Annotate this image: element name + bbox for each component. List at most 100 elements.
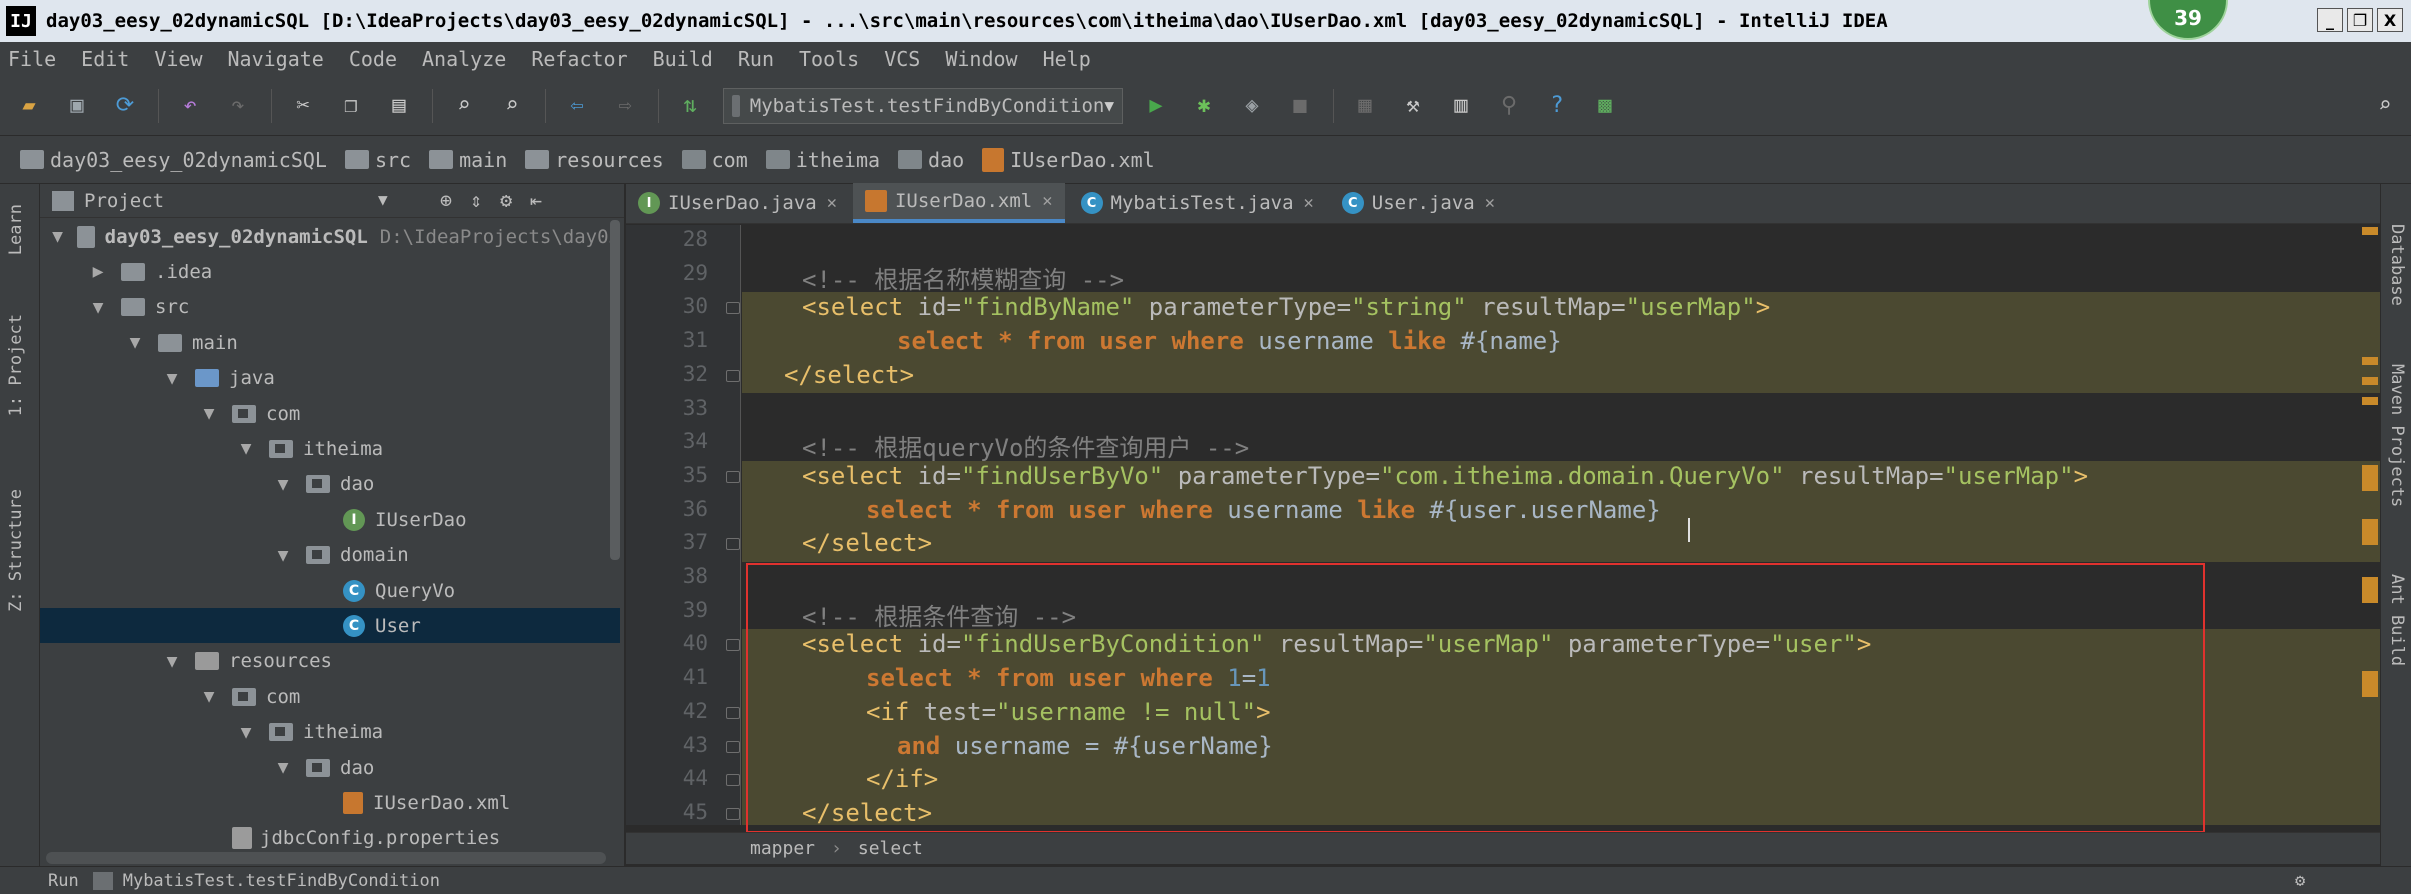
run-config-select[interactable]: MybatisTest.testFindByCondition ▼ — [723, 87, 1123, 124]
menu-help[interactable]: Help — [1043, 47, 1091, 71]
tree-item[interactable]: I IUserDao — [40, 502, 620, 537]
tree-item[interactable]: ▼ domain — [40, 538, 620, 573]
expand-arrow-icon[interactable]: ▼ — [161, 368, 183, 389]
fold-marker-icon[interactable] — [726, 470, 740, 483]
tree-item[interactable]: ▶ .idea — [40, 254, 620, 289]
close-button[interactable]: X — [2377, 8, 2403, 32]
fold-marker-icon[interactable] — [726, 538, 740, 551]
editor-tab[interactable]: I IUserDao.java ✕ — [626, 183, 849, 223]
menu-refactor[interactable]: Refactor — [531, 47, 627, 71]
expand-arrow-icon[interactable]: ▼ — [272, 474, 294, 495]
undo-icon[interactable]: ↶ — [175, 91, 205, 121]
menu-analyze[interactable]: Analyze — [422, 47, 506, 71]
terminal-icon[interactable]: ▩ — [1590, 91, 1620, 121]
menu-navigate[interactable]: Navigate — [228, 47, 324, 71]
breadcrumb-item[interactable]: com — [681, 148, 748, 172]
crumb-select[interactable]: select — [858, 838, 923, 859]
close-icon[interactable]: ✕ — [1485, 193, 1495, 213]
cut-icon[interactable]: ✂ — [288, 91, 318, 121]
tree-item[interactable]: C QueryVo — [40, 573, 620, 608]
replace-icon[interactable]: ⌕ — [497, 91, 527, 121]
menu-code[interactable]: Code — [349, 47, 397, 71]
breadcrumb-item[interactable]: day03_eesy_02dynamicSQL — [20, 148, 327, 172]
copy-icon[interactable]: ❐ — [336, 91, 366, 121]
menu-view[interactable]: View — [154, 47, 202, 71]
expand-arrow-icon[interactable]: ▼ — [161, 651, 183, 672]
crumb-mapper[interactable]: mapper — [750, 838, 815, 859]
editor-tab[interactable]: IUserDao.xml ✕ — [852, 183, 1065, 223]
tree-item[interactable]: ▼ main — [40, 325, 620, 360]
sync-icon[interactable]: ⟳ — [110, 91, 140, 121]
restore-button[interactable]: ❐ — [2347, 8, 2373, 32]
tree-item[interactable]: ▼ src — [40, 290, 620, 325]
tree-item[interactable]: ▼ itheima — [40, 715, 620, 750]
breadcrumb-item[interactable]: dao — [898, 148, 964, 172]
open-folder-icon[interactable]: ▰ — [14, 91, 44, 121]
breadcrumb-item[interactable]: main — [429, 148, 507, 172]
fold-marker-icon[interactable] — [726, 807, 740, 820]
coverage-icon[interactable]: ◈ — [1237, 91, 1267, 121]
fold-marker-icon[interactable] — [726, 740, 740, 753]
project-vertical-scrollbar[interactable] — [610, 220, 620, 560]
menu-build[interactable]: Build — [653, 47, 713, 71]
structure-tool-button[interactable]: Z: Structure — [6, 489, 26, 612]
menu-edit[interactable]: Edit — [81, 47, 129, 71]
breadcrumb-item[interactable]: src — [344, 148, 411, 172]
settings-icon[interactable]: ⚒ — [1398, 91, 1428, 121]
collapse-all-icon[interactable]: ⇕ — [470, 188, 482, 212]
project-horizontal-scrollbar[interactable] — [46, 852, 606, 864]
breadcrumb-item[interactable]: itheima — [765, 148, 880, 172]
maven-tool-button[interactable]: Maven Projects — [2387, 364, 2407, 507]
forward-icon[interactable]: ⇨ — [610, 91, 640, 121]
tree-item[interactable]: ▼ day03_eesy_02dynamicSQL D:\IdeaProjects\… — [40, 219, 620, 254]
close-icon[interactable]: ✕ — [1304, 193, 1314, 213]
tree-item[interactable]: ▼ resources — [40, 644, 620, 679]
redo-icon[interactable]: ↷ — [223, 91, 253, 121]
build-icon[interactable]: ⇅ — [675, 91, 705, 121]
tree-item[interactable]: ▼ com — [40, 679, 620, 714]
gear-icon[interactable]: ⚙ — [2295, 871, 2305, 891]
fold-marker-icon[interactable] — [726, 706, 740, 719]
search-everywhere-icon[interactable]: ⌕ — [2370, 91, 2400, 121]
editor-tab[interactable]: C MybatisTest.java ✕ — [1069, 183, 1326, 223]
expand-arrow-icon[interactable]: ▼ — [124, 332, 146, 353]
project-structure-icon[interactable]: ▥ — [1446, 91, 1476, 121]
find-icon[interactable]: ⌕ — [449, 91, 479, 121]
expand-arrow-icon[interactable]: ▼ — [198, 686, 220, 707]
expand-arrow-icon[interactable]: ▼ — [50, 226, 65, 247]
run-tool-label[interactable]: Run — [48, 871, 79, 891]
paste-icon[interactable]: ▤ — [384, 91, 414, 121]
tree-item[interactable]: ▼ dao — [40, 750, 620, 785]
project-view-select[interactable]: Project — [84, 190, 164, 212]
expand-arrow-icon[interactable]: ▼ — [235, 722, 257, 743]
learn-tool-button[interactable]: Learn — [6, 204, 26, 255]
ant-build-tool-button[interactable]: Ant Build — [2387, 574, 2407, 666]
help-icon[interactable]: ? — [1542, 91, 1572, 121]
project-tool-button[interactable]: 1: Project — [6, 314, 26, 416]
debug-icon[interactable]: ✱ — [1189, 91, 1219, 121]
editor-tab[interactable]: C User.java ✕ — [1330, 183, 1507, 223]
vcs-icon[interactable]: ▦ — [1350, 91, 1380, 121]
database-tool-button[interactable]: Database — [2387, 224, 2407, 306]
minimize-button[interactable]: _ — [2317, 8, 2343, 32]
breadcrumb-item[interactable]: resources — [525, 148, 664, 172]
fold-marker-icon[interactable] — [726, 774, 740, 787]
expand-arrow-icon[interactable]: ▼ — [235, 438, 257, 459]
hide-panel-icon[interactable]: ⇤ — [530, 188, 542, 212]
tree-item[interactable]: jdbcConfig.properties — [40, 821, 620, 856]
menu-file[interactable]: File — [8, 47, 56, 71]
gear-icon[interactable]: ⚙ — [500, 188, 512, 212]
fold-marker-icon[interactable] — [726, 302, 740, 315]
expand-arrow-icon[interactable]: ▼ — [272, 757, 294, 778]
close-icon[interactable]: ✕ — [827, 193, 837, 213]
menu-run[interactable]: Run — [738, 47, 774, 71]
tree-item[interactable]: C User — [40, 608, 620, 644]
save-all-icon[interactable]: ▣ — [62, 91, 92, 121]
error-stripe[interactable] — [2362, 225, 2380, 825]
fold-marker-icon[interactable] — [726, 639, 740, 652]
notification-badge[interactable]: 39 — [2148, 0, 2228, 40]
sdk-icon[interactable]: ⚲ — [1494, 91, 1524, 121]
tree-item[interactable]: ▼ com — [40, 396, 620, 431]
expand-arrow-icon[interactable]: ▼ — [272, 545, 294, 566]
run-tool-config[interactable]: MybatisTest.testFindByCondition — [123, 871, 440, 891]
